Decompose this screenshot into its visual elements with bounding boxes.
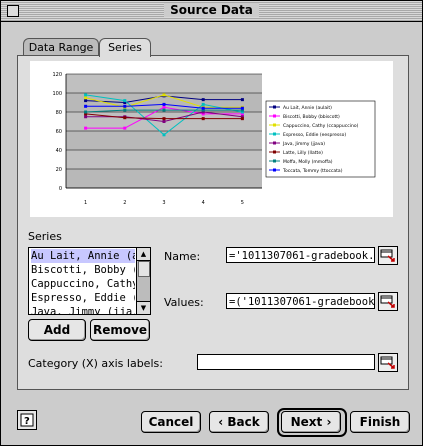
scroll-up-arrow-icon[interactable]: ▲ [137,248,150,261]
svg-text:?: ? [24,416,30,427]
scroll-down-arrow-icon[interactable]: ▼ [137,301,150,314]
legend-marker [273,123,276,127]
source-data-dialog: Source Data Data Range Series 0 20 40 60 80 1… [0,0,423,446]
tab-series-label: Series [108,41,142,54]
finish-button[interactable]: Finish [350,411,410,433]
series-section-label: Series [28,230,62,243]
plot-area-band [66,150,262,169]
remove-series-button[interactable]: Remove [90,319,150,341]
y-tick-label: 40 [56,148,62,154]
y-tick-label: 0 [59,186,62,192]
series-list[interactable]: Au Lait, Annie (aa... Biscotti, Bobby (b… [28,247,151,315]
collapse-dialog-icon [380,356,395,369]
add-series-button[interactable]: Add [28,319,86,341]
data-point [84,115,88,119]
legend-entry: Biscotti, Bobby (bbiscott) [283,114,340,120]
plot-area-band [66,74,262,93]
name-label: Name: [164,250,201,263]
legend-entry: Cappuccino, Cathy (ccappuccino) [283,123,359,129]
cancel-button[interactable]: Cancel [141,411,201,433]
window-title: Source Data [164,3,259,17]
chart-svg: 0 20 40 60 80 100 120 1 2 3 4 5 Au Lait, Annie (aula… [52,72,376,206]
legend-entry: Java, Jimmy (jjava) [282,141,325,147]
series-list-item[interactable]: Biscotti, Bobby (b... [31,263,135,277]
x-tick-label: 3 [162,200,165,206]
data-point [162,108,166,112]
values-field[interactable]: =('1011307061-gradebook [226,293,375,309]
back-button[interactable]: ‹ Back [209,411,269,433]
values-label: Values: [164,296,204,309]
y-tick-label: 100 [52,91,62,97]
y-tick-label: 20 [56,167,62,173]
data-point [201,117,205,121]
data-point [240,117,244,121]
name-field[interactable]: ='1011307061-gradebook.c [226,247,375,263]
chart-preview: 0 20 40 60 80 100 120 1 2 3 4 5 Au Lait, Annie (aula… [30,61,393,217]
data-point [162,133,166,137]
data-point [201,102,205,106]
tab-data-range[interactable]: Data Range [23,38,99,56]
category-axis-field[interactable] [197,354,375,370]
legend-marker [273,150,276,154]
data-point [162,120,166,123]
series-list-item[interactable]: Espresso, Eddie (e... [31,291,135,305]
x-tick-label: 5 [241,200,244,206]
help-icon: ? [20,413,34,427]
collapse-dialog-icon [380,295,395,308]
y-tick-label: 80 [56,110,62,116]
category-axis-label: Category (X) axis labels: [28,357,163,370]
legend-box [265,100,376,178]
legend-entry: Moffa, Molly (mmoffa) [283,159,333,165]
legend-marker [273,159,276,163]
data-point [162,105,166,109]
y-tick-label: 120 [52,72,62,78]
legend-entry: Toccata, Tommy (ttoccata) [282,168,343,174]
legend-marker [273,168,276,172]
collapse-dialog-icon [380,249,395,262]
data-point [84,99,88,103]
data-point [162,117,166,121]
tab-data-range-label: Data Range [28,41,94,54]
data-point [201,98,205,102]
series-list-item[interactable]: Cappuccino, Cathy... [31,277,135,291]
legend-marker [273,132,276,136]
name-collapse-dialog-button[interactable] [378,246,398,265]
series-list-item[interactable]: Au Lait, Annie (aa... [31,249,135,263]
data-point [84,96,88,100]
help-button[interactable]: ? [17,410,37,430]
series-list-scrollbar[interactable]: ▲ ▼ [136,248,150,314]
data-point [123,108,127,112]
data-point [123,104,127,108]
data-point [201,106,205,110]
plot-area-band [66,169,262,188]
data-point [240,98,244,102]
title-bar[interactable]: Source Data [1,1,422,22]
legend-entry: Latte, Lilly (llatte) [283,150,323,156]
data-point [84,126,88,130]
values-collapse-dialog-button[interactable] [378,292,398,311]
legend-entry: Au Lait, Annie (aulait) [283,105,332,111]
data-point [162,93,166,97]
tab-series[interactable]: Series [99,38,151,57]
x-tick-label: 1 [84,200,87,206]
data-point [84,93,88,97]
legend-marker [273,105,276,109]
data-point [240,106,244,110]
data-point [84,104,88,108]
data-point [123,116,127,120]
data-point [162,102,166,106]
x-tick-label: 2 [123,200,126,206]
next-button[interactable]: Next › [281,411,341,433]
legend-marker [273,141,276,145]
data-point [123,126,127,130]
data-point [84,110,88,114]
legend-marker [273,114,276,118]
series-list-item[interactable]: Java, Jimmy (jja... [31,305,135,314]
x-tick-label: 4 [202,200,205,206]
data-point [123,99,127,103]
scroll-thumb[interactable] [138,261,150,277]
legend-entry: Espresso, Eddie (eespresso) [283,132,346,138]
category-collapse-dialog-button[interactable] [378,353,398,372]
y-tick-label: 60 [56,129,62,135]
